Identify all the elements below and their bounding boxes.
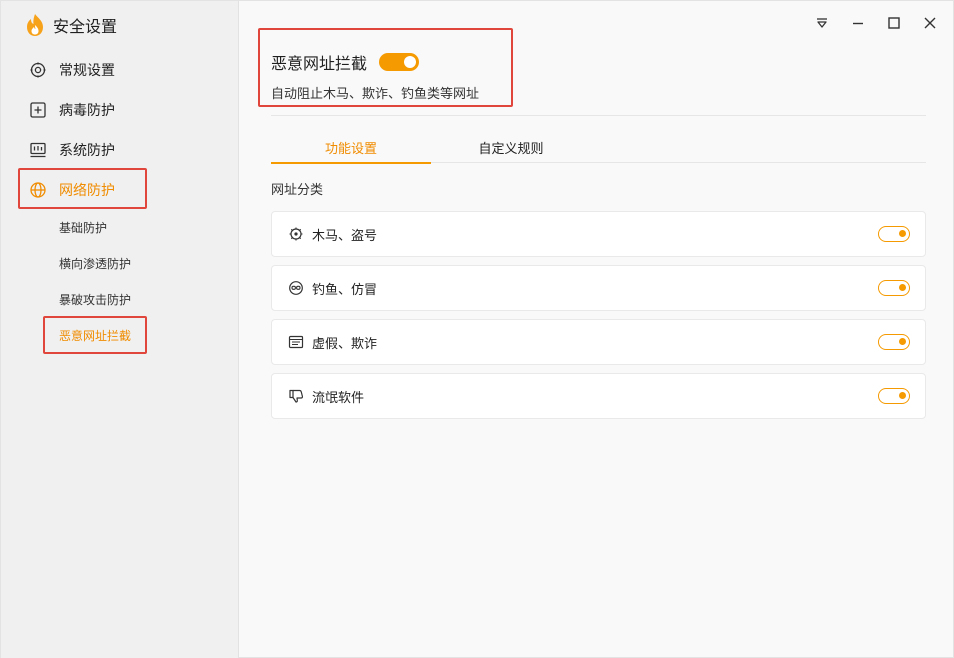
plus-square-icon: [29, 101, 47, 119]
maximize-icon[interactable]: [884, 13, 904, 33]
page-title: 恶意网址拦截: [271, 54, 368, 73]
sidebar-item-system-protection[interactable]: 系统防护: [29, 138, 115, 162]
security-settings-window: 安全设置 常规设置 病毒防护 系统防护 网络防护 基础防护 横向渗透防护 暴破攻…: [0, 0, 954, 658]
tab-custom-rules[interactable]: 自定义规则: [431, 131, 591, 163]
sidebar: 安全设置 常规设置 病毒防护 系统防护 网络防护 基础防护 横向渗透防护 暴破攻…: [1, 1, 239, 658]
document-icon: [288, 334, 304, 350]
category-card-phishing: 钓鱼、仿冒: [271, 265, 926, 311]
close-icon[interactable]: [920, 13, 940, 33]
mask-icon: [288, 280, 304, 296]
subitem-lateral-penetration[interactable]: 横向渗透防护: [59, 253, 131, 273]
sidebar-item-virus-protection[interactable]: 病毒防护: [29, 98, 115, 122]
tab-bar: 功能设置 自定义规则: [271, 131, 926, 164]
subitem-malicious-url-block[interactable]: 恶意网址拦截: [59, 325, 131, 345]
app-title: 安全设置: [53, 17, 118, 36]
sidebar-item-label: 病毒防护: [59, 103, 115, 119]
sidebar-item-label: 系统防护: [59, 143, 115, 159]
category-toggle[interactable]: [878, 388, 910, 404]
category-toggle[interactable]: [878, 334, 910, 350]
category-card-trojan: 木马、盗号: [271, 211, 926, 257]
sidebar-item-label: 网络防护: [59, 183, 115, 199]
page-description: 自动阻止木马、欺诈、钓鱼类等网址: [271, 87, 480, 102]
master-toggle[interactable]: [379, 53, 420, 71]
globe-icon: [29, 181, 47, 199]
subitem-brute-force[interactable]: 暴破攻击防护: [59, 289, 131, 309]
gear-icon: [29, 61, 47, 79]
page-header: 恶意网址拦截: [271, 51, 420, 73]
category-label: 钓鱼、仿冒: [312, 282, 378, 298]
category-toggle[interactable]: [878, 226, 910, 242]
category-card-rogue-software: 流氓软件: [271, 373, 926, 419]
flame-shield-logo-icon: [27, 14, 43, 36]
category-toggle[interactable]: [878, 280, 910, 296]
category-label: 流氓软件: [312, 390, 365, 406]
category-card-fraud: 虚假、欺诈: [271, 319, 926, 365]
subitem-basic-protection[interactable]: 基础防护: [59, 217, 107, 237]
sidebar-item-network-protection[interactable]: 网络防护: [29, 178, 115, 202]
divider: [271, 115, 926, 116]
minimize-icon[interactable]: [848, 13, 868, 33]
trojan-icon: [288, 226, 304, 242]
tab-feature-settings[interactable]: 功能设置: [271, 131, 431, 164]
system-monitor-icon: [29, 141, 47, 159]
brand: 安全设置: [25, 12, 117, 38]
category-label: 木马、盗号: [312, 228, 378, 244]
sidebar-item-label: 常规设置: [59, 63, 115, 79]
category-label: 虚假、欺诈: [312, 336, 378, 352]
thumbs-down-icon: [288, 388, 304, 404]
menu-icon[interactable]: [812, 13, 832, 33]
sidebar-item-general-settings[interactable]: 常规设置: [29, 58, 115, 82]
section-label: 网址分类: [271, 183, 324, 198]
